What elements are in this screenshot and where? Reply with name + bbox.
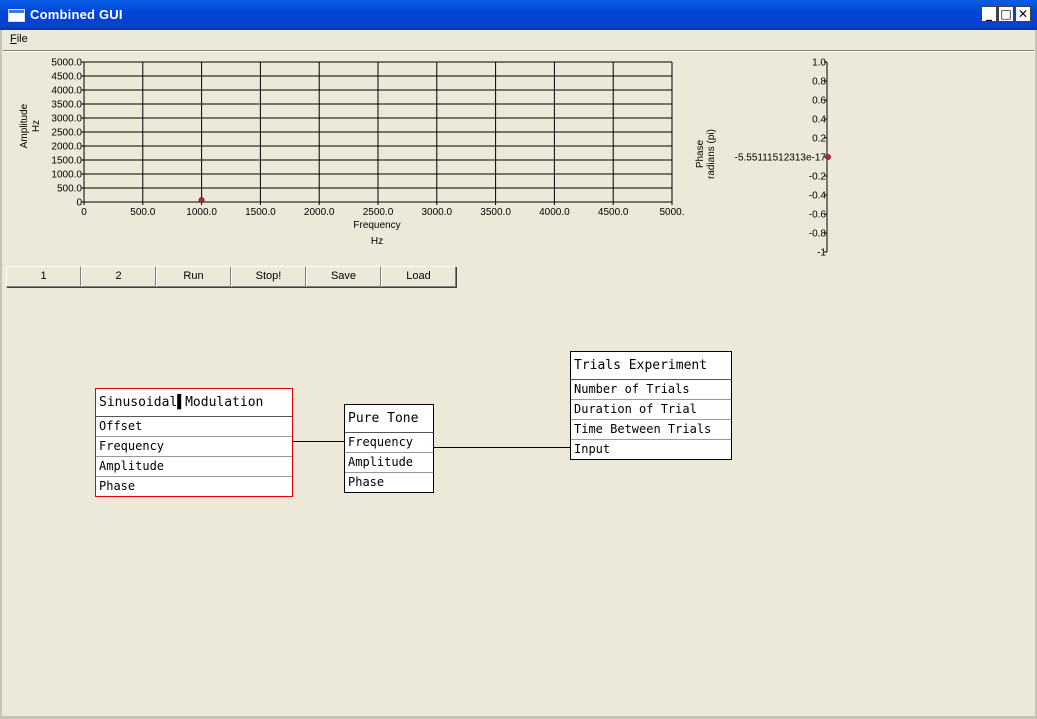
- load-button[interactable]: Load: [381, 266, 456, 287]
- amplitude-xunit: Hz: [371, 236, 383, 247]
- tab-1-button[interactable]: 1: [6, 266, 81, 287]
- connection-puretone-to-trials: [434, 447, 570, 448]
- amplitude-xtick-label: 3500.0: [480, 207, 511, 218]
- amplitude-ytick-label: 4000.0: [51, 86, 82, 97]
- node-field-frequency[interactable]: Frequency: [96, 437, 292, 457]
- amplitude-xtick-label: 0: [81, 207, 87, 218]
- amplitude-ytick-label: 1500.0: [51, 156, 82, 167]
- amplitude-xtick-label: 1000.0: [186, 207, 217, 218]
- phase-ytick-label: -1: [817, 248, 826, 259]
- amplitude-xtick-label: 500.0: [130, 207, 155, 218]
- menu-file[interactable]: File: [10, 33, 28, 45]
- amplitude-xtick-label: 2500.0: [363, 207, 394, 218]
- save-button[interactable]: Save: [306, 266, 381, 287]
- node-field-phase[interactable]: Phase: [345, 473, 433, 492]
- node-trials-experiment[interactable]: Trials Experiment Number of Trials Durat…: [570, 351, 732, 460]
- window-border-left: [0, 30, 2, 719]
- amplitude-ytick-label: 1000.0: [51, 170, 82, 181]
- node-title: Pure Tone: [345, 405, 433, 433]
- node-title: Trials Experiment: [571, 352, 731, 380]
- amplitude-xtick-label: 4000.0: [539, 207, 570, 218]
- amplitude-ylabel: Amplitude: [19, 103, 30, 148]
- phase-tick-labels: 1.0 0.8 0.6 0.4 0.2 -5.55111512313e-17 -0.2 -0.…: [735, 58, 827, 259]
- amplitude-ytick-label: 500.0: [57, 184, 82, 195]
- amplitude-xtick-label: 5000.: [659, 207, 684, 218]
- window-title: Combined GUI: [30, 7, 123, 22]
- amplitude-ytick-label: 3500.0: [51, 100, 82, 111]
- amplitude-points: [198, 197, 205, 203]
- window-app-icon: [8, 9, 25, 22]
- stop-button[interactable]: Stop!: [231, 266, 306, 287]
- amplitude-ytick-label: 3000.0: [51, 114, 82, 125]
- amplitude-xlabel: Frequency: [353, 220, 400, 231]
- amplitude-plot: 0 500.0 1000.0 1500.0 2000.0 2500.0 3000.0 3500…: [19, 58, 685, 248]
- phase-ytick-label: 0.2: [812, 134, 826, 145]
- phase-yunit: radians (pi): [706, 129, 717, 179]
- close-button[interactable]: ✕: [1015, 6, 1031, 22]
- phase-ytick-label: -0.8: [809, 229, 827, 240]
- phase-ytick-label: 0.8: [812, 77, 826, 88]
- amplitude-ytick-label: 4500.0: [51, 72, 82, 83]
- phase-points: [825, 154, 831, 160]
- phase-ytick-label: -0.2: [809, 172, 827, 183]
- amplitude-ytick-label: 2000.0: [51, 142, 82, 153]
- phase-data-point: [825, 154, 831, 160]
- menu-bar: File: [0, 30, 1037, 49]
- run-button[interactable]: Run: [156, 266, 231, 287]
- phase-ytick-label: 0.4: [812, 115, 826, 126]
- maximize-button[interactable]: □: [998, 6, 1014, 22]
- node-field-phase[interactable]: Phase: [96, 477, 292, 496]
- phase-ytick-label: 0.6: [812, 96, 826, 107]
- phase-ytick-label: -0.6: [809, 210, 827, 221]
- minimize-button[interactable]: _: [981, 6, 997, 22]
- node-sinusoidal-modulation[interactable]: Sinusoidal▌Modulation Offset Frequency A…: [95, 388, 293, 497]
- node-field-amplitude[interactable]: Amplitude: [96, 457, 292, 477]
- phase-plot: 1.0 0.8 0.6 0.4 0.2 -5.55111512313e-17 -0.2 -0.…: [695, 58, 831, 259]
- amplitude-yunit: Hz: [31, 120, 42, 132]
- amplitude-xtick-label: 1500.0: [245, 207, 276, 218]
- node-field-input[interactable]: Input: [571, 440, 731, 459]
- phase-ytick-label: -5.55111512313e-17: [735, 153, 827, 164]
- connection-sinusoidal-to-puretone: [293, 441, 344, 442]
- node-pure-tone[interactable]: Pure Tone Frequency Amplitude Phase: [344, 404, 434, 493]
- amplitude-xtick-label: 4500.0: [598, 207, 629, 218]
- amplitude-xtick-label: 3000.0: [422, 207, 453, 218]
- node-field-number-of-trials[interactable]: Number of Trials: [571, 380, 731, 400]
- title-bar[interactable]: Combined GUI _ □ ✕: [0, 0, 1037, 30]
- amplitude-ytick-label: 5000.0: [51, 58, 82, 69]
- menu-file-mnemonic: F: [10, 33, 17, 45]
- amplitude-grid: [81, 61, 673, 205]
- amplitude-ytick-label: 2500.0: [51, 128, 82, 139]
- amplitude-ytick-label: 0: [76, 198, 82, 209]
- phase-ytick-label: -0.4: [809, 191, 827, 202]
- menu-file-label-rest: ile: [16, 33, 28, 45]
- amplitude-xtick-label: 2000.0: [304, 207, 335, 218]
- phase-ytick-label: 1.0: [812, 58, 826, 69]
- node-field-offset[interactable]: Offset: [96, 417, 292, 437]
- amplitude-tick-labels: 0 500.0 1000.0 1500.0 2000.0 2500.0 3000.0 3500…: [51, 58, 684, 219]
- amplitude-data-point: [198, 197, 205, 203]
- phase-ylabel: Phase: [695, 139, 706, 168]
- node-field-time-between-trials[interactable]: Time Between Trials: [571, 420, 731, 440]
- node-field-duration-of-trial[interactable]: Duration of Trial: [571, 400, 731, 420]
- tab-2-button[interactable]: 2: [81, 266, 156, 287]
- node-field-frequency[interactable]: Frequency: [345, 433, 433, 453]
- node-field-amplitude[interactable]: Amplitude: [345, 453, 433, 473]
- node-title: Sinusoidal▌Modulation: [96, 389, 292, 417]
